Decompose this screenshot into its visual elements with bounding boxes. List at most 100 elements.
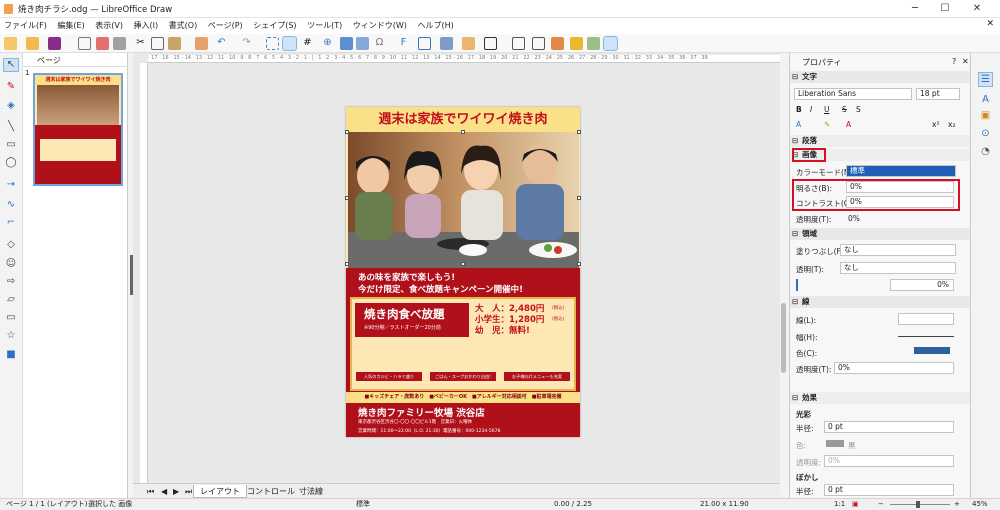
fill-color-icon[interactable]: ◈	[4, 100, 18, 112]
tab-controls[interactable]: コントロール	[241, 485, 301, 498]
shadow-icon[interactable]	[512, 37, 525, 50]
area-section-header[interactable]: 領域	[790, 228, 970, 240]
page-thumbnail[interactable]: 週末は家族でワイワイ焼き肉	[33, 73, 123, 186]
menu-insert[interactable]: 挿入(I)	[130, 18, 163, 34]
select-arrow-icon[interactable]: ↖	[3, 58, 19, 72]
status-zoom[interactable]: 45%	[972, 499, 988, 510]
scrollbar-thumb[interactable]	[781, 303, 786, 373]
selection-handle[interactable]	[345, 262, 349, 266]
fill-select[interactable]: なし	[840, 244, 956, 256]
contrast-field[interactable]: 0%	[846, 196, 954, 208]
insert-chart-icon[interactable]	[356, 37, 369, 50]
menu-window[interactable]: ウィンドウ(W)	[349, 18, 411, 34]
selection-handle[interactable]	[577, 130, 581, 134]
helplines-icon[interactable]	[282, 36, 297, 51]
basic-shapes-icon[interactable]: ◇	[4, 239, 18, 251]
redo-icon[interactable]: ↷	[240, 37, 253, 50]
distribute-icon[interactable]	[484, 37, 497, 50]
tab-dimension-lines[interactable]: 寸法線	[293, 485, 329, 498]
open-icon[interactable]	[26, 37, 39, 50]
canvas-vertical-scrollbar[interactable]	[780, 53, 788, 483]
insert-line-icon[interactable]: ╲	[4, 121, 18, 133]
zoom-slider-knob[interactable]	[916, 501, 920, 508]
print-icon[interactable]	[113, 37, 126, 50]
increase-size-icon[interactable]: A	[796, 120, 801, 129]
stars-icon[interactable]: ☆	[4, 330, 18, 342]
zoom-slider[interactable]	[890, 504, 950, 505]
paste-icon[interactable]	[168, 37, 181, 50]
filter-icon[interactable]	[551, 37, 564, 50]
menu-file[interactable]: ファイル(F)	[0, 18, 51, 34]
flowchart-icon[interactable]: ▱	[4, 294, 18, 306]
area-transparency-select[interactable]: なし	[840, 262, 956, 274]
highlight-icon[interactable]: ✎	[824, 120, 830, 129]
area-transparency-percent[interactable]: 0%	[890, 279, 954, 291]
font-name-field[interactable]: Liberation Sans	[794, 88, 912, 100]
cut-icon[interactable]: ✂	[134, 37, 147, 50]
line-width-preview[interactable]	[898, 336, 954, 337]
selection-handle[interactable]	[461, 130, 465, 134]
soft-edge-radius-field[interactable]: 0 pt	[824, 484, 954, 496]
glue-points-icon[interactable]	[587, 37, 600, 50]
selection-handle[interactable]	[345, 130, 349, 134]
menu-format[interactable]: 書式(O)	[165, 18, 202, 34]
symbol-shapes-icon[interactable]: ☺	[4, 258, 18, 270]
glow-radius-field[interactable]: 0 pt	[824, 421, 954, 433]
transformations-icon[interactable]	[418, 37, 431, 50]
properties-close-icon[interactable]: ✕	[962, 57, 969, 66]
selection-handle[interactable]	[577, 262, 581, 266]
fontwork-icon[interactable]: F	[397, 37, 410, 50]
navigator-tab-icon[interactable]: ⊙	[979, 127, 992, 140]
menu-edit[interactable]: 編集(E)	[53, 18, 88, 34]
brightness-field[interactable]: 0%	[846, 181, 954, 193]
arrange-icon[interactable]	[462, 37, 475, 50]
line-transparency-field[interactable]: 0%	[834, 362, 954, 374]
block-arrows-icon[interactable]: ⇨	[4, 276, 18, 288]
subscript-icon[interactable]: x₂	[948, 120, 955, 129]
close-document-icon[interactable]: ✕	[986, 19, 994, 29]
effects-section-header[interactable]: 効果	[790, 392, 970, 404]
export-icon[interactable]	[78, 37, 91, 50]
insert-image-icon[interactable]	[340, 37, 353, 50]
clone-formatting-icon[interactable]	[195, 37, 208, 50]
gallery-tab-icon[interactable]: ▣	[979, 109, 992, 122]
image-transparency-value[interactable]: 0%	[848, 214, 860, 223]
zoom-pan-icon[interactable]: ⊕	[321, 37, 334, 50]
italic-icon[interactable]: I	[810, 105, 812, 114]
menu-tools[interactable]: ツール(T)	[303, 18, 346, 34]
underline-icon[interactable]: U	[824, 105, 830, 114]
font-size-field[interactable]: 18 pt	[916, 88, 960, 100]
minimize-button[interactable]: ─	[900, 1, 930, 17]
connector-icon[interactable]: ⌐	[4, 217, 18, 229]
menu-view[interactable]: 表示(V)	[91, 18, 127, 34]
export-pdf-icon[interactable]	[96, 37, 109, 50]
grid-icon[interactable]	[266, 37, 279, 50]
character-section-header[interactable]: 文字	[790, 71, 970, 83]
shadowed-icon[interactable]: S	[856, 105, 861, 114]
callouts-icon[interactable]: ▭	[4, 312, 18, 324]
shapes-tab-icon[interactable]: ◔	[979, 145, 992, 158]
line-style-select[interactable]	[898, 313, 954, 325]
toggle-extrusion-icon[interactable]	[603, 36, 618, 51]
color-mode-select[interactable]: 標準	[846, 165, 956, 177]
selection-handle[interactable]	[345, 196, 349, 200]
undo-icon[interactable]: ↶	[215, 37, 228, 50]
sidebar-collapse-handle[interactable]	[130, 255, 133, 295]
styles-tab-icon[interactable]: A	[979, 93, 992, 106]
zoom-in-icon[interactable]: +	[954, 499, 960, 510]
menu-page[interactable]: ページ(P)	[204, 18, 247, 34]
selection-handle[interactable]	[577, 196, 581, 200]
curve-icon[interactable]: ∿	[4, 199, 18, 211]
maximize-button[interactable]: ☐	[930, 1, 960, 17]
paragraph-section-header[interactable]: 段落	[790, 135, 970, 147]
save-icon[interactable]	[48, 37, 61, 50]
ellipse-icon[interactable]: ◯	[4, 157, 18, 169]
rectangle-icon[interactable]: ▭	[4, 139, 18, 151]
line-color-swatch[interactable]	[914, 347, 950, 354]
special-character-icon[interactable]: Ω	[373, 37, 386, 50]
line-color-icon[interactable]: ✎	[4, 81, 18, 93]
transparency-slider[interactable]	[796, 279, 798, 291]
menu-shape[interactable]: シェイプ(S)	[249, 18, 300, 34]
arrow-line-icon[interactable]: →	[4, 179, 18, 191]
menu-help[interactable]: ヘルプ(H)	[413, 18, 457, 34]
